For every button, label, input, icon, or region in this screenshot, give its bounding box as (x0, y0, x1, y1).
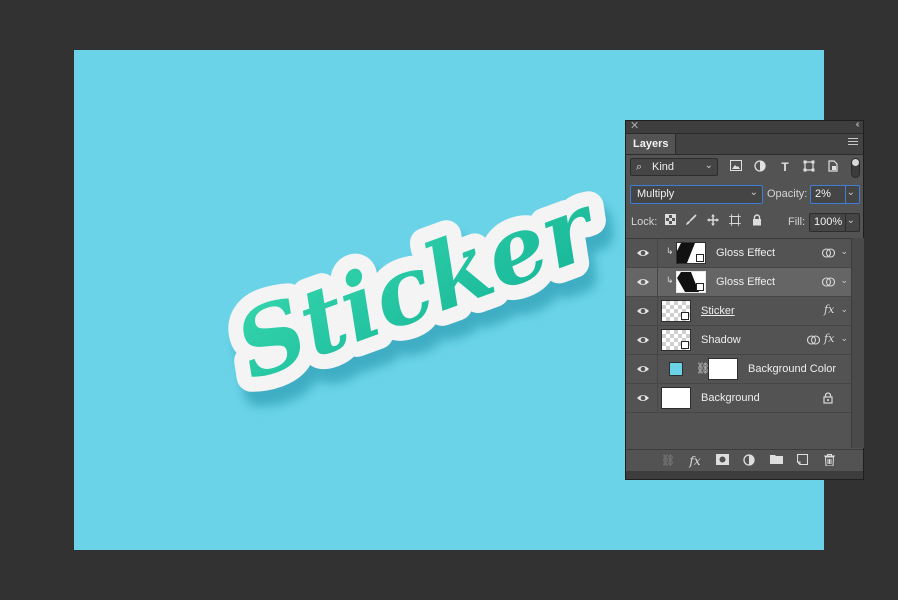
chevron-down-icon: ⌄ (704, 160, 713, 171)
layer-row[interactable]: Background (626, 384, 851, 413)
new-group-icon[interactable] (769, 454, 783, 468)
eye-icon[interactable] (636, 247, 650, 259)
new-adjustment-icon[interactable] (742, 454, 756, 468)
add-style-icon[interactable]: fx (688, 454, 702, 468)
chevron-down-icon[interactable]: ⌄ (847, 215, 855, 226)
lock-all-icon[interactable] (750, 214, 764, 228)
delete-layer-icon[interactable] (822, 454, 836, 468)
blend-if-icon[interactable] (822, 276, 835, 288)
lock-label: Lock: (631, 216, 658, 228)
layer-name[interactable]: Background (701, 392, 760, 404)
layers-list: ↳ Gloss Effect ⌄ ↳ Gloss Effect ⌄ Sticke… (626, 238, 851, 449)
blend-mode-select[interactable]: Multiply ⌄ (630, 185, 763, 204)
lock-image-pixels-icon[interactable] (684, 214, 698, 228)
chevron-down-icon[interactable]: ⌄ (840, 246, 848, 257)
lock-row: Lock: Fill: 100% ⌄ (626, 211, 863, 233)
tab-layers[interactable]: Layers (626, 134, 677, 154)
chevron-down-icon: ⌄ (749, 187, 758, 198)
collapse-icon[interactable]: ‹‹ (855, 119, 859, 130)
shape-filter-icon[interactable] (802, 160, 816, 174)
mask-thumbnail[interactable] (708, 358, 738, 380)
layer-row[interactable]: Shadow fx ⌄ (626, 326, 851, 355)
smart-object-badge-icon (681, 312, 689, 320)
layer-thumbnail[interactable] (676, 271, 706, 293)
adjustment-filter-icon[interactable] (753, 160, 767, 174)
layer-thumbnail[interactable] (661, 387, 691, 409)
chevron-down-icon[interactable]: ⌄ (840, 304, 848, 315)
fill-value: 100% (814, 216, 843, 228)
layer-name[interactable]: Gloss Effect (716, 276, 775, 288)
filter-row: ⌕ Kind ⌄ T (626, 157, 863, 179)
opacity-value: 2% (815, 188, 831, 200)
layers-panel: ✕ ‹‹ Layers ⌕ Kind ⌄ T Multiply ⌄ Opacit… (625, 119, 864, 480)
smart-object-filter-icon[interactable] (826, 160, 840, 174)
link-layers-icon[interactable]: ⛓ (661, 454, 675, 468)
panel-resize-grip[interactable] (626, 471, 863, 479)
eye-icon[interactable] (636, 334, 650, 346)
fx-icon[interactable]: fx (824, 303, 834, 316)
close-icon[interactable]: ✕ (630, 119, 639, 132)
chevron-down-icon[interactable]: ⌄ (847, 187, 855, 198)
layer-row[interactable]: ⛓ Background Color (626, 355, 851, 384)
lock-transparent-pixels-icon[interactable] (663, 214, 677, 228)
layer-name[interactable]: Background Color (748, 363, 836, 375)
kind-filter-label: Kind (652, 161, 675, 173)
opacity-label: Opacity: (767, 188, 808, 200)
blend-mode-value: Multiply (637, 188, 675, 200)
fill-layer-thumbnail[interactable] (662, 358, 692, 380)
lock-icon (823, 392, 833, 404)
fill-label: Fill: (788, 216, 806, 228)
eye-icon[interactable] (636, 392, 650, 404)
lock-artboard-icon[interactable] (728, 214, 742, 228)
layer-name[interactable]: Shadow (701, 334, 741, 346)
layer-thumbnail[interactable] (661, 300, 691, 322)
smart-object-badge-icon (696, 254, 704, 262)
chevron-down-icon[interactable]: ⌄ (840, 333, 848, 344)
panel-menu-icon[interactable] (848, 138, 858, 148)
panel-bottom-toolbar: ⛓ fx (626, 449, 863, 472)
layer-thumbnail[interactable] (676, 242, 706, 264)
smart-object-badge-icon (681, 341, 689, 349)
layer-row-selected[interactable]: ↳ Gloss Effect ⌄ (626, 268, 851, 297)
eye-icon[interactable] (636, 363, 650, 375)
layer-name[interactable]: Gloss Effect (716, 247, 775, 259)
fx-icon[interactable]: fx (824, 332, 834, 345)
blend-if-icon[interactable] (807, 334, 820, 346)
layer-name[interactable]: Sticker (701, 305, 735, 317)
blend-row: Multiply ⌄ Opacity: 2% ⌄ (626, 183, 863, 207)
smart-object-badge-icon (696, 283, 704, 291)
filter-toggle-switch[interactable] (851, 158, 860, 178)
lock-position-icon[interactable] (706, 214, 720, 228)
eye-icon[interactable] (636, 305, 650, 317)
fill-field[interactable]: 100% ⌄ (809, 213, 860, 232)
chevron-down-icon[interactable]: ⌄ (840, 275, 848, 286)
clipping-arrow-icon: ↳ (666, 275, 674, 285)
layer-row[interactable]: ↳ Gloss Effect ⌄ (626, 239, 851, 268)
panel-tabbar: Layers (626, 134, 863, 155)
opacity-field[interactable]: 2% ⌄ (810, 185, 860, 204)
search-icon: ⌕ (636, 161, 643, 173)
blend-if-icon[interactable] (822, 247, 835, 259)
clipping-arrow-icon: ↳ (666, 246, 674, 256)
kind-filter-select[interactable]: ⌕ Kind ⌄ (630, 158, 718, 176)
eye-icon[interactable] (636, 276, 650, 288)
add-mask-icon[interactable] (715, 454, 729, 468)
layer-row[interactable]: Sticker fx ⌄ (626, 297, 851, 326)
layers-scrollbar[interactable] (851, 238, 864, 448)
image-filter-icon[interactable] (729, 160, 743, 174)
layer-thumbnail[interactable] (661, 329, 691, 351)
new-layer-icon[interactable] (795, 453, 809, 468)
color-swatch (669, 362, 683, 376)
panel-titlebar: ✕ ‹‹ (626, 119, 863, 134)
type-filter-icon[interactable]: T (778, 160, 792, 174)
